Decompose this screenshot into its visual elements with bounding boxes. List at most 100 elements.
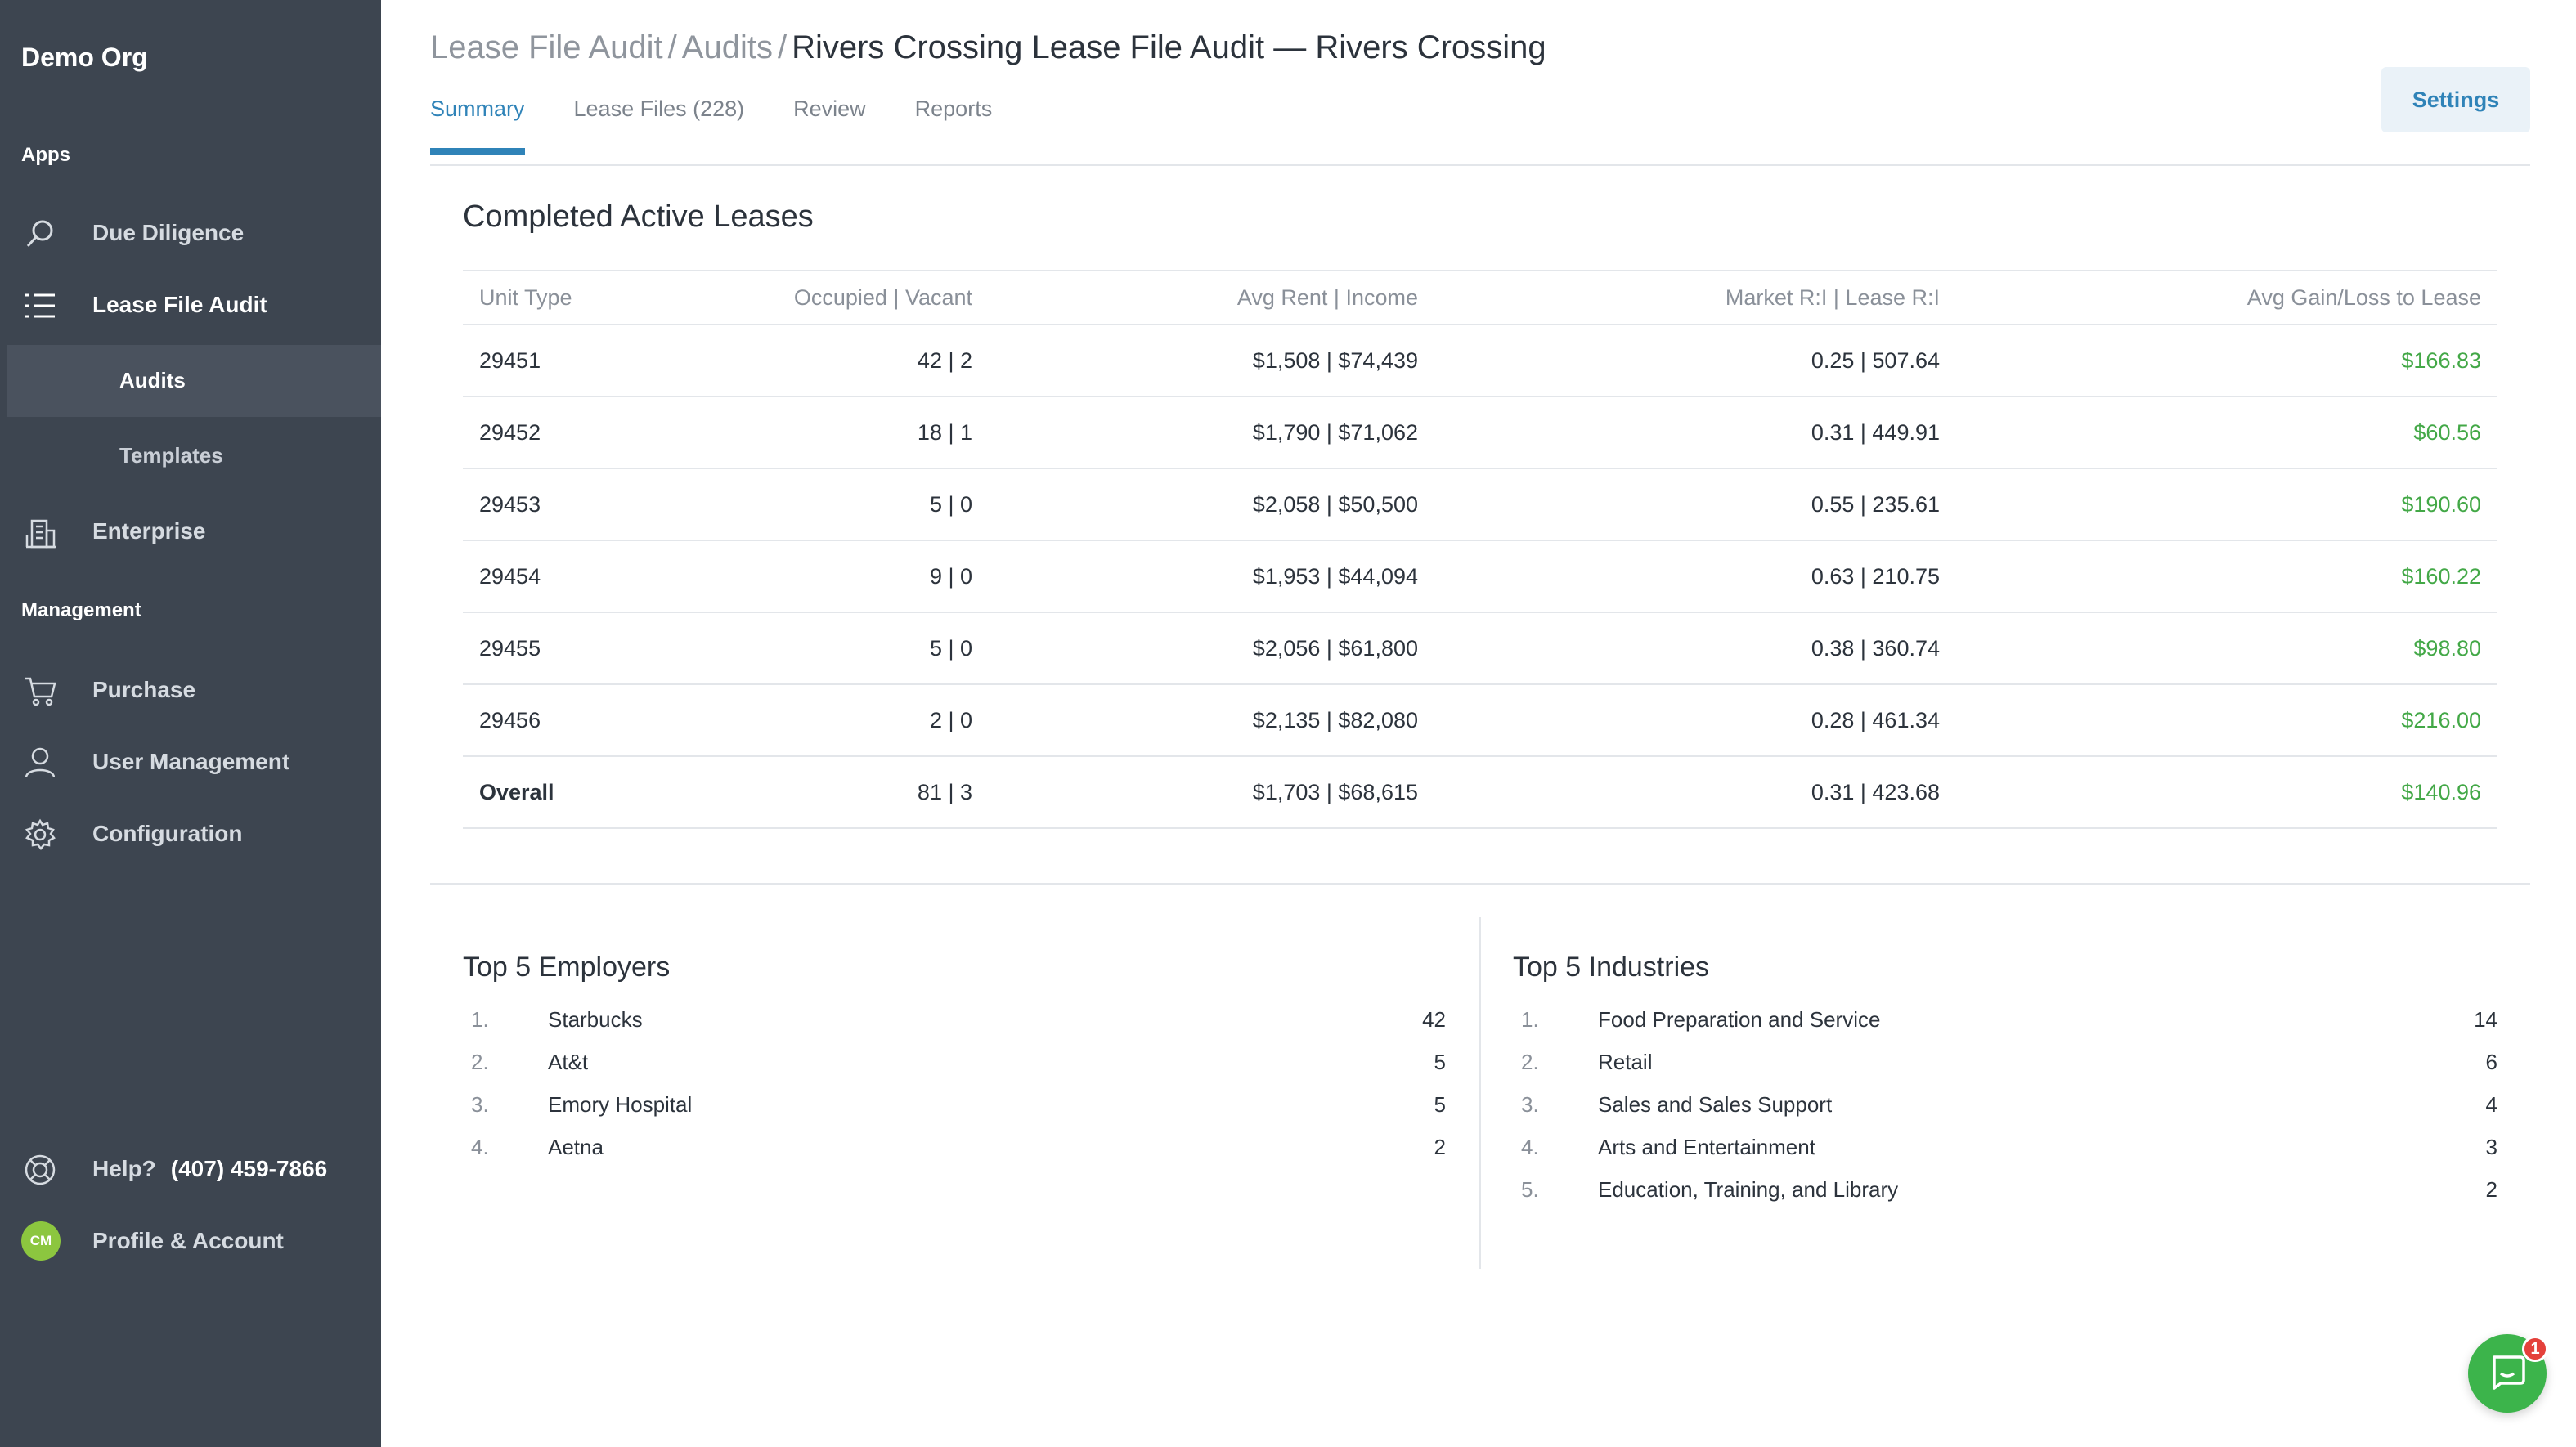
sidebar-subitem-templates[interactable]: Templates [7,420,381,492]
tab-lease-files[interactable]: Lease Files (228) [574,96,745,155]
list-item: 3. Emory Hospital 5 [463,1092,1446,1135]
sidebar-subitem-label: Audits [119,368,186,392]
industry-count: 14 [2474,1007,2497,1032]
rent-income-cell: $1,703 | $68,615 [989,756,1434,829]
industry-name: Food Preparation and Service [1598,1007,1881,1032]
tab-bar: Summary Lease Files (228) Review Reports [430,96,1041,155]
industry-name: Arts and Entertainment [1598,1135,1815,1159]
rank: 3. [471,1092,489,1117]
top-employers-title: Top 5 Employers [463,952,671,983]
top-industries-title: Top 5 Industries [1513,952,1710,983]
top-industries-list: 1. Food Preparation and Service 14 2. Re… [1513,1007,2497,1220]
lifebuoy-icon [23,1153,57,1187]
sidebar-item-user-management[interactable]: User Management [0,726,381,798]
rank: 4. [1521,1135,1539,1159]
table-row: 29452 18 | 1 $1,790 | $71,062 0.31 | 449… [463,396,2497,469]
occupancy-cell: 81 | 3 [708,756,989,829]
column-header[interactable]: Occupied | Vacant [708,270,989,325]
section-title: Completed Active Leases [463,199,814,234]
rank: 1. [471,1007,489,1032]
sidebar-item-label: Purchase [92,677,196,702]
unit-type-cell: 29452 [463,396,708,469]
help-label: Help? (407) 459-7866 [92,1156,327,1182]
sidebar-item-lease-file-audit[interactable]: Lease File Audit [0,269,381,341]
unit-type-cell: Overall [463,756,708,829]
ratio-cell: 0.38 | 360.74 [1434,612,1956,685]
industry-count: 3 [2485,1135,2497,1159]
gain-loss-cell: $60.56 [1956,396,2497,469]
table-header-row: Unit Type Occupied | Vacant Avg Rent | I… [463,270,2497,325]
list-item: 1. Starbucks 42 [463,1007,1446,1050]
occupancy-cell: 42 | 2 [708,325,989,397]
search-icon [23,217,57,251]
rank: 5. [1521,1177,1539,1202]
ratio-cell: 0.31 | 449.91 [1434,396,1956,469]
column-header[interactable]: Avg Rent | Income [989,270,1434,325]
sidebar-item-help[interactable]: Help? (407) 459-7866 [0,1133,381,1205]
user-icon [23,746,57,780]
list-item: 4. Aetna 2 [463,1135,1446,1177]
section-divider [430,883,2530,885]
gain-loss-cell: $190.60 [1956,468,2497,541]
column-header[interactable]: Market R:I | Lease R:I [1434,270,1956,325]
breadcrumb-audits[interactable]: Audits [682,29,773,65]
employer-name: At&t [548,1050,589,1074]
tab-reports[interactable]: Reports [915,96,993,155]
sidebar-item-purchase[interactable]: Purchase [0,654,381,726]
rent-income-cell: $1,953 | $44,094 [989,540,1434,613]
occupancy-cell: 5 | 0 [708,468,989,541]
help-text: Help? [92,1156,156,1181]
gain-loss-cell: $216.00 [1956,684,2497,757]
rent-income-cell: $1,790 | $71,062 [989,396,1434,469]
help-phone[interactable]: (407) 459-7866 [171,1156,327,1181]
industry-name: Retail [1598,1050,1653,1074]
occupancy-cell: 5 | 0 [708,612,989,685]
list-item: 2. At&t 5 [463,1050,1446,1092]
employer-count: 5 [1434,1050,1446,1074]
rank: 2. [471,1050,489,1074]
industry-name: Education, Training, and Library [1598,1177,1899,1202]
employer-count: 5 [1434,1092,1446,1117]
occupancy-cell: 9 | 0 [708,540,989,613]
sidebar-subitem-audits[interactable]: Audits [7,345,381,417]
tab-summary[interactable]: Summary [430,96,525,155]
apps-section-label: Apps [21,144,70,166]
sidebar-item-due-diligence[interactable]: Due Diligence [0,197,381,269]
settings-button[interactable]: Settings [2381,67,2530,132]
sidebar-item-label: Due Diligence [92,220,245,245]
ratio-cell: 0.63 | 210.75 [1434,540,1956,613]
table-row: 29453 5 | 0 $2,058 | $50,500 0.55 | 235.… [463,468,2497,541]
building-icon [23,515,57,549]
list-item: 2. Retail 6 [1513,1050,2497,1092]
table-row: 29456 2 | 0 $2,135 | $82,080 0.28 | 461.… [463,684,2497,757]
employer-count: 42 [1422,1007,1446,1032]
sidebar-item-profile[interactable]: Profile & Account [0,1205,381,1277]
breadcrumb-lease-file-audit[interactable]: Lease File Audit [430,29,663,65]
tab-review[interactable]: Review [793,96,866,155]
list-item: 3. Sales and Sales Support 4 [1513,1092,2497,1135]
sidebar-item-configuration[interactable]: Configuration [0,798,381,870]
unit-type-cell: 29454 [463,540,708,613]
gain-loss-cell: $160.22 [1956,540,2497,613]
table-row: 29454 9 | 0 $1,953 | $44,094 0.63 | 210.… [463,540,2497,613]
rank: 3. [1521,1092,1539,1117]
industry-name: Sales and Sales Support [1598,1092,1833,1117]
org-name[interactable]: Demo Org [21,43,148,73]
list-item: 4. Arts and Entertainment 3 [1513,1135,2497,1177]
rent-income-cell: $2,058 | $50,500 [989,468,1434,541]
rank: 1. [1521,1007,1539,1032]
tabs-divider [430,164,2530,166]
notification-badge: 1 [2522,1336,2548,1362]
breadcrumb: Lease File Audit / Audits / Rivers Crossing … [430,29,1546,66]
list-item: 5. Education, Training, and Library 2 [1513,1177,2497,1220]
occupancy-cell: 2 | 0 [708,684,989,757]
employer-name: Starbucks [548,1007,643,1032]
column-header[interactable]: Unit Type [463,270,708,325]
gain-loss-cell: $166.83 [1956,325,2497,397]
management-section-label: Management [21,599,141,621]
sidebar-item-enterprise[interactable]: Enterprise [0,495,381,567]
unit-type-cell: 29451 [463,325,708,397]
column-header[interactable]: Avg Gain/Loss to Lease [1956,270,2497,325]
ratio-cell: 0.28 | 461.34 [1434,684,1956,757]
list-item: 1. Food Preparation and Service 14 [1513,1007,2497,1050]
